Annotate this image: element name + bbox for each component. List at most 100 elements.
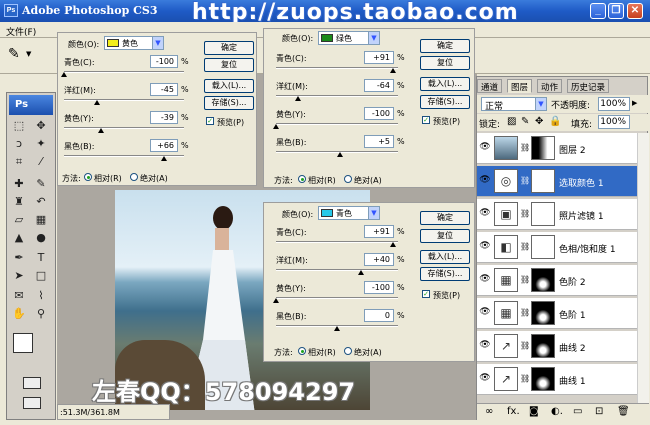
zoom-tool-icon[interactable]: ⚲ (33, 307, 49, 321)
add-mask-icon[interactable]: ◙ (529, 406, 539, 417)
layer-row[interactable]: 👁 ◧ ⛓ 色相/饱和度 1 (477, 232, 637, 263)
channel-value-field[interactable]: +91 (364, 225, 394, 238)
channel-value-field[interactable]: -100 (364, 107, 394, 120)
channel-slider[interactable] (276, 67, 398, 69)
visibility-eye-icon[interactable]: 👁 (479, 175, 491, 187)
slice-tool-icon[interactable]: ⁄ (33, 155, 49, 169)
trash-icon[interactable]: 🗑 (617, 406, 630, 417)
visibility-eye-icon[interactable]: 👁 (479, 373, 491, 385)
lock-all-icon[interactable]: 🔒 (549, 116, 561, 127)
history-brush-icon[interactable]: ↶ (33, 195, 49, 209)
shape-tool-icon[interactable]: □ (33, 269, 49, 283)
close-button[interactable]: ✕ (627, 3, 643, 19)
minimize-button[interactable]: _ (590, 3, 606, 19)
hand-tool-icon[interactable]: ✋ (11, 307, 27, 321)
lock-transparent-icon[interactable]: ▨ (507, 116, 516, 127)
relative-radio[interactable] (298, 175, 306, 183)
reset-button[interactable]: 复位 (204, 58, 254, 72)
preview-checkbox[interactable]: ✓ (422, 290, 430, 298)
eyedropper-icon[interactable]: ⌇ (33, 289, 49, 303)
slider-thumb[interactable] (334, 326, 340, 331)
load-button[interactable]: 载入(L)... (420, 250, 470, 264)
ok-button[interactable]: 确定 (420, 211, 470, 225)
fx-icon[interactable]: fx. (507, 406, 520, 417)
channel-slider[interactable] (276, 123, 398, 125)
channel-value-field[interactable]: -45 (150, 83, 178, 96)
crop-tool-icon[interactable]: ⌗ (11, 155, 27, 169)
slider-thumb[interactable] (61, 72, 67, 77)
layer-mask-thumbnail[interactable] (531, 235, 555, 259)
gradient-icon[interactable]: ▦ (33, 213, 49, 227)
layer-mask-thumbnail[interactable] (531, 367, 555, 391)
lock-position-icon[interactable]: ✥ (535, 116, 543, 127)
channel-slider[interactable] (64, 127, 184, 129)
layer-row[interactable]: 👁 ▦ ⛓ 色阶 1 (477, 298, 637, 329)
screen-mode-icon[interactable] (23, 397, 41, 409)
channel-value-field[interactable]: -100 (364, 281, 394, 294)
ok-button[interactable]: 确定 (420, 39, 470, 53)
menu-file[interactable]: 文件(F) (6, 25, 36, 38)
tab-layers[interactable]: 图层 (507, 79, 533, 93)
reset-button[interactable]: 复位 (420, 229, 470, 243)
slider-thumb[interactable] (358, 270, 365, 275)
blend-mode-select[interactable]: 正常 ▼ (481, 97, 547, 112)
channel-slider[interactable] (276, 297, 398, 299)
layer-mask-thumbnail[interactable] (531, 268, 555, 292)
color-select[interactable]: 绿色 ▼ (318, 31, 380, 45)
eraser-icon[interactable]: ▱ (11, 213, 27, 227)
tab-actions[interactable]: 动作 (537, 79, 563, 93)
healing-brush-icon[interactable]: ✚ (11, 177, 27, 191)
layer-row[interactable]: 👁 ▦ ⛓ 色阶 2 (477, 265, 637, 296)
preview-checkbox[interactable]: ✓ (206, 117, 214, 125)
brush-tool-icon[interactable]: ✎ (33, 177, 49, 191)
load-button[interactable]: 载入(L)... (420, 77, 470, 91)
reset-button[interactable]: 复位 (420, 56, 470, 70)
relative-radio[interactable] (84, 173, 92, 181)
channel-slider[interactable] (276, 269, 398, 271)
slider-thumb[interactable] (273, 298, 279, 303)
channel-slider[interactable] (64, 99, 184, 101)
absolute-radio[interactable] (344, 175, 352, 183)
layer-mask-thumbnail[interactable] (531, 301, 555, 325)
lasso-tool-icon[interactable]: ↄ (11, 137, 27, 151)
chevron-down-icon[interactable]: ▼ (26, 50, 31, 58)
layer-row[interactable]: 👁 ◎ ⛓ 选取颜色 1 (477, 166, 637, 197)
blur-tool-icon[interactable]: ▲ (11, 231, 27, 245)
fill-field[interactable]: 100% (598, 115, 630, 129)
channel-value-field[interactable]: -39 (150, 111, 178, 124)
load-button[interactable]: 载入(L)... (204, 79, 254, 93)
visibility-eye-icon[interactable]: 👁 (479, 241, 491, 253)
lock-pixels-icon[interactable]: ✎ (521, 116, 529, 127)
visibility-eye-icon[interactable]: 👁 (479, 340, 491, 352)
clone-stamp-icon[interactable]: ♜ (11, 195, 27, 209)
slider-thumb[interactable] (389, 68, 396, 73)
chevron-right-icon[interactable]: ▶ (632, 99, 637, 107)
color-select[interactable]: 青色 ▼ (318, 206, 380, 220)
ok-button[interactable]: 确定 (204, 41, 254, 55)
maximize-button[interactable]: ❐ (608, 3, 624, 19)
quick-mask-icon[interactable] (23, 377, 41, 389)
slider-thumb[interactable] (160, 156, 167, 161)
channel-value-field[interactable]: +5 (364, 135, 394, 148)
magic-wand-icon[interactable]: ✦ (33, 137, 49, 151)
link-layers-icon[interactable]: ∞ (485, 406, 493, 417)
relative-radio[interactable] (298, 347, 306, 355)
visibility-eye-icon[interactable]: 👁 (479, 208, 491, 220)
layer-mask-thumbnail[interactable] (531, 136, 555, 160)
brush-icon[interactable]: ✎ (8, 46, 20, 62)
save-button[interactable]: 存储(S)... (204, 96, 254, 110)
visibility-eye-icon[interactable]: 👁 (479, 142, 491, 154)
visibility-eye-icon[interactable]: 👁 (479, 274, 491, 286)
channel-slider[interactable] (276, 241, 398, 243)
foreground-color[interactable] (13, 333, 33, 353)
marquee-tool-icon[interactable]: ⬚ (11, 119, 27, 133)
pen-tool-icon[interactable]: ✒ (11, 251, 27, 265)
slider-thumb[interactable] (97, 128, 104, 133)
channel-slider[interactable] (64, 71, 184, 73)
save-button[interactable]: 存储(S)... (420, 95, 470, 109)
dodge-tool-icon[interactable]: ● (33, 231, 49, 245)
type-tool-icon[interactable]: T (33, 251, 49, 265)
notes-icon[interactable]: ✉ (11, 289, 27, 303)
layer-mask-thumbnail[interactable] (531, 169, 555, 193)
absolute-radio[interactable] (130, 173, 138, 181)
